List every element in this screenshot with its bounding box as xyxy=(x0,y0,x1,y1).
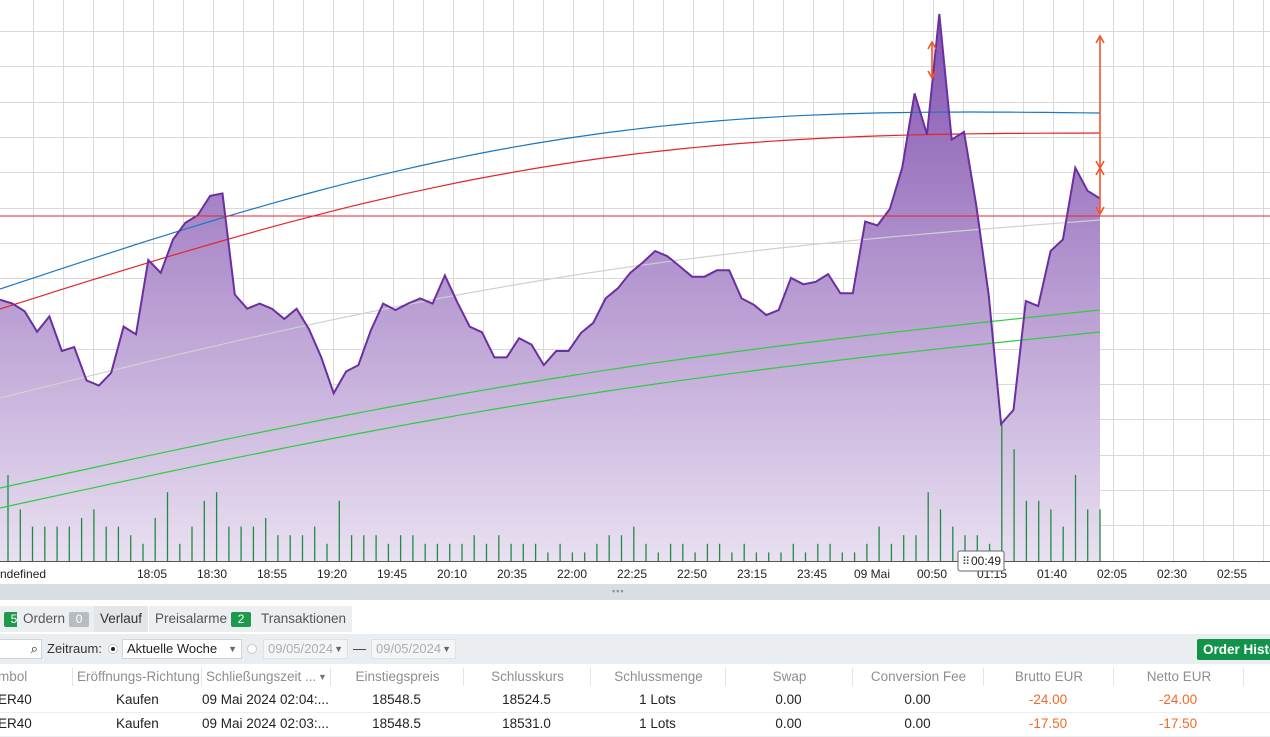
price-chart[interactable]: 18:05 18:30 18:55 19:20 19:45 20:10 20:35 22:00… xyxy=(0,0,1270,584)
tab-badge: 0 xyxy=(69,612,90,627)
cell-direction: Kaufen xyxy=(116,692,159,707)
cell-entry-price: 18548.5 xyxy=(372,692,421,707)
cell-close-price: 18524.5 xyxy=(502,692,551,707)
chevron-down-icon: ▼ xyxy=(228,644,237,654)
x-tick-label: 22:00 xyxy=(557,567,587,581)
col-close-time[interactable]: Schließungszeit ... xyxy=(201,668,316,686)
date-to-field[interactable]: 09/05/2024 ▼ xyxy=(371,639,456,659)
date-range-dash: — xyxy=(353,641,366,656)
x-tick-label: 23:45 xyxy=(797,567,827,581)
cell-symbol: ER40 xyxy=(0,716,32,731)
col-close-price[interactable]: Schlusskurs xyxy=(463,668,591,686)
svg-text:⠿: ⠿ xyxy=(962,556,970,568)
bottom-tabs: 5 Ordern 0 Verlauf Preisalarme 2 Transakti… xyxy=(0,600,1270,634)
col-swap[interactable]: Swap xyxy=(725,668,853,686)
cell-close-time: 09 Mai 2024 02:04:... xyxy=(202,692,329,707)
cell-close-price: 18531.0 xyxy=(502,716,551,731)
x-tick-label: 18:30 xyxy=(197,567,227,581)
x-tick-label: 00:50 xyxy=(917,567,947,581)
col-close-qty[interactable]: Schlussmenge xyxy=(590,668,726,686)
cell-netto: -24.00 xyxy=(1158,692,1198,707)
table-row[interactable]: ER40 Kaufen 09 Mai 2024 02:03:... 18548.… xyxy=(0,712,1270,737)
undefined-label: ndefined xyxy=(0,567,46,581)
col-direction[interactable]: Eröffnungs-Richtung xyxy=(72,668,205,686)
tab-ordern[interactable]: Ordern 0 xyxy=(17,606,96,632)
x-tick-label: 22:50 xyxy=(677,567,707,581)
tab-badge: 2 xyxy=(231,612,252,627)
tab-verlauf[interactable]: Verlauf xyxy=(94,606,149,632)
history-table-header: mbol Eröffnungs-Richtung Schließungszeit… xyxy=(0,664,1270,688)
cell-symbol: ER40 xyxy=(0,692,32,707)
x-tick-label: 02:55 xyxy=(1217,567,1247,581)
x-tick-label: 18:05 xyxy=(137,567,167,581)
cell-brutto: -17.50 xyxy=(1028,716,1068,731)
cell-conversion-fee: 0.00 xyxy=(904,716,931,731)
radio-current-week[interactable] xyxy=(108,644,118,654)
x-tick-label: 09 Mai xyxy=(854,567,890,581)
x-tick-label: 01:40 xyxy=(1037,567,1067,581)
zeitraum-label: Zeitraum: xyxy=(47,641,102,656)
x-tick-label: 23:15 xyxy=(737,567,767,581)
x-tick-label: 22:25 xyxy=(617,567,647,581)
col-conversion-fee[interactable]: Conversion Fee xyxy=(852,668,984,686)
cell-netto: -17.50 xyxy=(1158,716,1198,731)
price-area xyxy=(0,14,1100,561)
crosshair-time-label: ⠿ 00:49 xyxy=(957,550,1005,572)
cell-swap: 0.00 xyxy=(775,692,802,707)
col-symbol[interactable]: mbol xyxy=(0,668,70,686)
order-history-button[interactable]: Order Histo xyxy=(1197,639,1270,660)
x-tick-label: 02:05 xyxy=(1097,567,1127,581)
chevron-down-icon: ▼ xyxy=(334,644,343,654)
filter-bar: ⌕ Zeitraum: Aktuelle Woche ▼ 09/05/2024 ▼ … xyxy=(0,634,1270,664)
cell-swap: 0.00 xyxy=(775,716,802,731)
search-field[interactable]: ⌕ xyxy=(0,639,42,659)
col-brutto[interactable]: Brutto EUR xyxy=(983,668,1114,686)
x-tick-label: 19:20 xyxy=(317,567,347,581)
x-tick-label: 20:10 xyxy=(437,567,467,581)
cell-entry-price: 18548.5 xyxy=(372,716,421,731)
chevron-down-icon: ▼ xyxy=(442,644,451,654)
x-axis-ticks: 18:05 18:30 18:55 19:20 19:45 20:10 20:35 22:00… xyxy=(137,567,1247,581)
x-tick-label: 19:45 xyxy=(377,567,407,581)
col-extra xyxy=(1243,668,1270,686)
cell-direction: Kaufen xyxy=(116,716,159,731)
col-netto[interactable]: Netto EUR xyxy=(1113,668,1244,686)
search-icon: ⌕ xyxy=(30,641,38,656)
x-tick-label: 20:35 xyxy=(497,567,527,581)
tab-transaktionen[interactable]: Transaktionen xyxy=(255,606,353,632)
x-tick-label: 02:30 xyxy=(1157,567,1187,581)
cell-brutto: -24.00 xyxy=(1028,692,1068,707)
panel-splitter[interactable]: ▪▪▪ xyxy=(0,584,1270,600)
table-row[interactable]: ER40 Kaufen 09 Mai 2024 02:04:... 18548.… xyxy=(0,688,1270,713)
radio-custom-range[interactable] xyxy=(247,644,257,654)
x-tick-label: 18:55 xyxy=(257,567,287,581)
cell-close-qty: 1 Lots xyxy=(639,716,676,731)
cell-close-qty: 1 Lots xyxy=(639,692,676,707)
sort-desc-icon[interactable]: ▼ xyxy=(318,672,327,682)
cell-conversion-fee: 0.00 xyxy=(904,692,931,707)
date-from-field[interactable]: 09/05/2024 ▼ xyxy=(263,639,348,659)
tab-preisalarme[interactable]: Preisalarme 2 xyxy=(149,606,258,632)
period-select[interactable]: Aktuelle Woche ▼ xyxy=(122,639,242,659)
splitter-grip-icon[interactable]: ▪▪▪ xyxy=(612,586,625,596)
col-entry-price[interactable]: Einstiegspreis xyxy=(330,668,464,686)
svg-text:00:49: 00:49 xyxy=(971,554,1001,568)
cell-close-time: 09 Mai 2024 02:03:... xyxy=(202,716,329,731)
